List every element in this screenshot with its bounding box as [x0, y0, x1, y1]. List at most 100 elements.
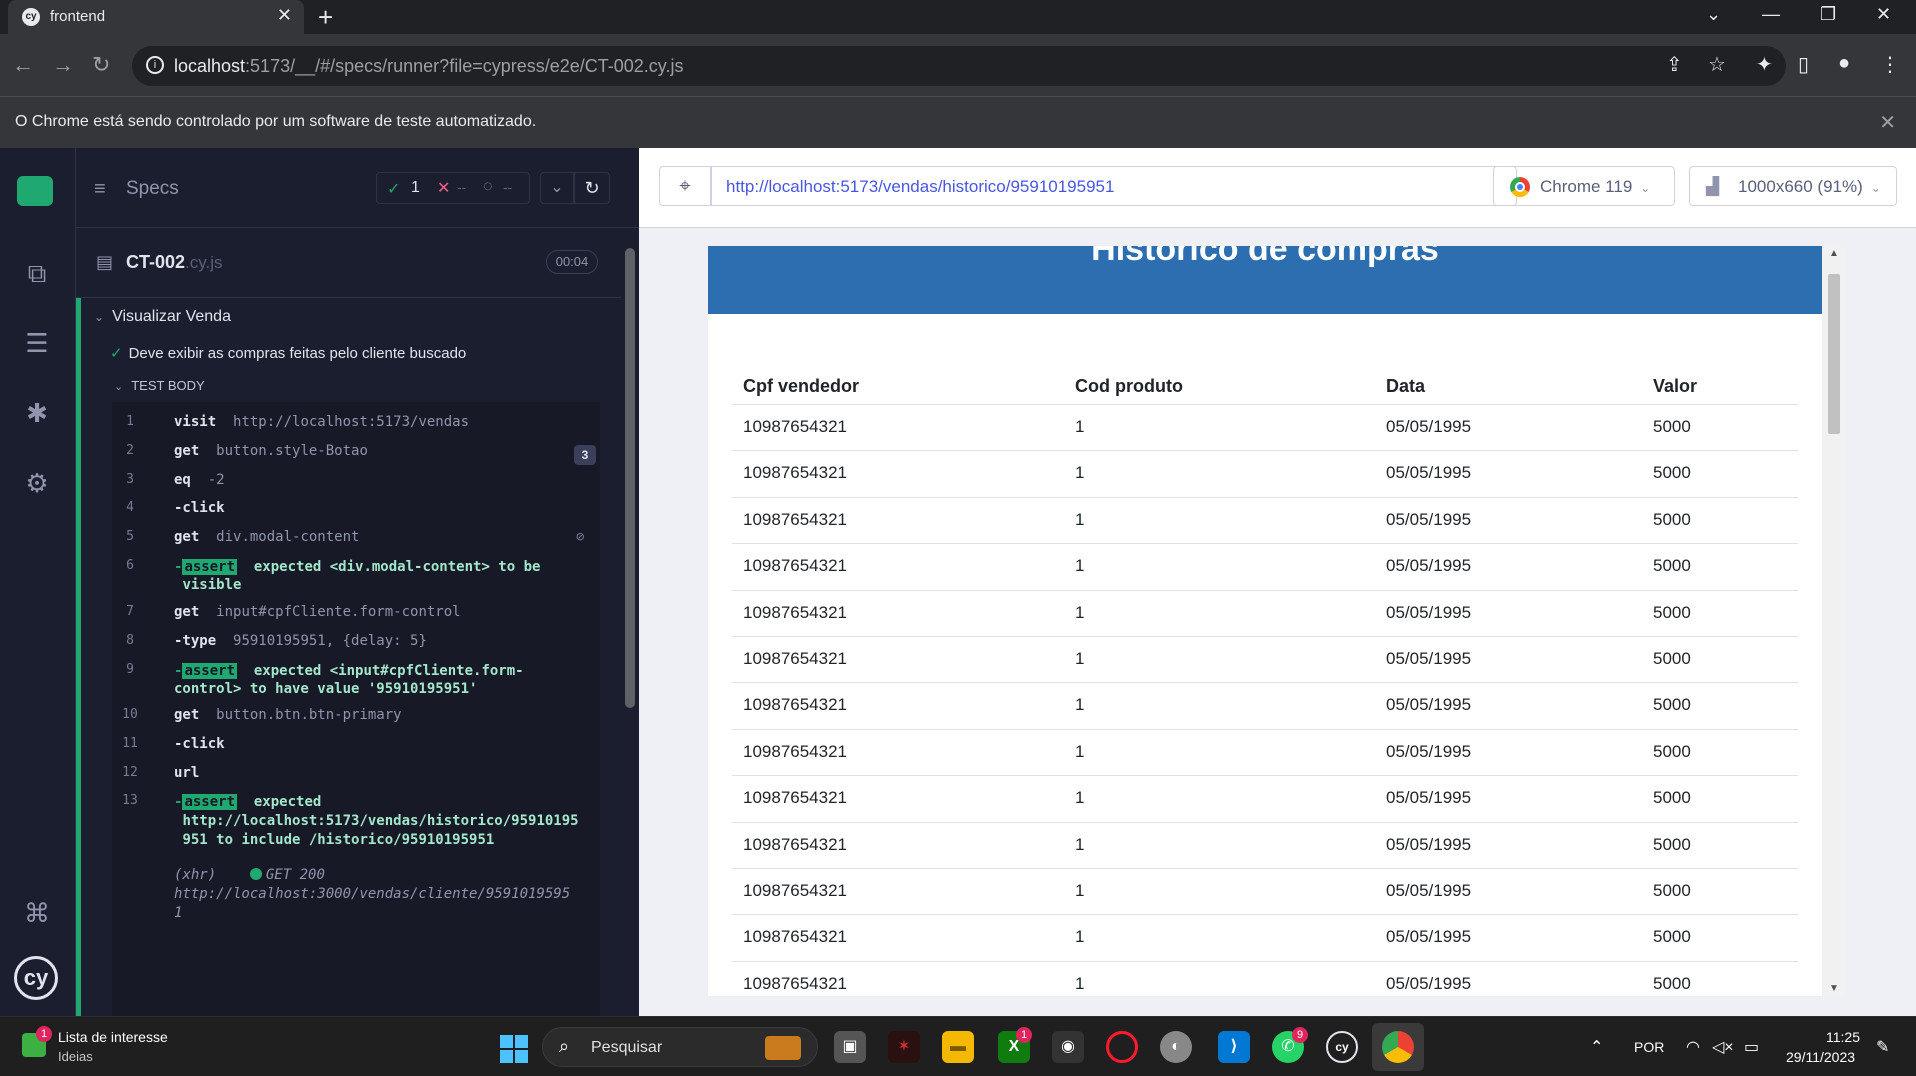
command-row[interactable]: 7 get input#cpfCliente.form-control [112, 604, 600, 632]
chrome-taskbar-icon[interactable] [1382, 1031, 1414, 1063]
app-scrollbar[interactable]: ▲ ▼ [1822, 246, 1846, 996]
keyboard-shortcuts-icon[interactable]: ⌘ [22, 898, 52, 928]
table-row: 10987654321 1 05/05/1995 5000 [732, 868, 1798, 914]
aut-url[interactable]: http://localhost:5173/vendas/historico/9… [711, 166, 1517, 206]
command-row[interactable]: 12 url [112, 765, 600, 793]
extensions-icon[interactable]: ✦ [1756, 52, 1773, 77]
cypress-logo-icon[interactable]: cy [14, 956, 58, 1000]
widget-title[interactable]: Lista de interesse [58, 1029, 168, 1045]
bookmark-star-icon[interactable]: ☆ [1708, 52, 1726, 77]
infobar-close-icon[interactable]: ✕ [1879, 110, 1896, 135]
side-panel-icon[interactable]: ▯ [1798, 52, 1809, 77]
language-indicator[interactable]: POR [1634, 1039, 1664, 1055]
tab-search-icon[interactable]: ⌄ [1706, 4, 1721, 25]
scroll-up-icon[interactable]: ▲ [1829, 248, 1839, 259]
assert-command-row[interactable]: 9 - assert expected <input#cpfCliente.for… [112, 662, 600, 706]
command-row[interactable]: 8 -type 95910195951, {delay: 5} [112, 633, 600, 661]
command-row[interactable]: 2 get button.style-Botao 3 [112, 443, 600, 471]
command-row[interactable]: 11 -click [112, 736, 600, 764]
rerun-tests-icon[interactable]: ↻ [574, 172, 610, 204]
widget-subtitle[interactable]: Ideias [58, 1049, 93, 1064]
command-row[interactable]: 1 visit http://localhost:5173/vendas [112, 414, 600, 442]
assert-command-row[interactable]: 13 - assert expected http://localhost:517… [112, 793, 600, 857]
clock-time[interactable]: 11:25 [1826, 1029, 1860, 1045]
task-view-icon[interactable]: ▣ [834, 1031, 866, 1063]
new-tab-icon[interactable]: + [318, 2, 333, 33]
scroll-down-icon[interactable]: ▼ [1829, 983, 1839, 994]
command-row[interactable]: 10 get button.btn.btn-primary [112, 707, 600, 735]
command-row[interactable]: 3 eq -2 [112, 472, 600, 500]
command-row[interactable]: 5 get div.modal-content ⊘ [112, 529, 600, 557]
assert-command-row[interactable]: 6 - assert expected <div.modal-content> t… [112, 558, 600, 602]
browser-selector[interactable]: Chrome 119 ⌄ [1493, 166, 1675, 206]
minimize-icon[interactable]: — [1762, 4, 1780, 25]
taskbar-search[interactable]: ⌕ Pesquisar [542, 1027, 818, 1067]
table-cell: 1 [1075, 649, 1085, 668]
menu-icon[interactable]: ⋮ [1880, 52, 1900, 77]
table-cell: 5000 [1653, 927, 1691, 947]
site-info-icon[interactable]: i [146, 56, 164, 74]
settings-gear-icon[interactable]: ⚙ [22, 468, 52, 498]
close-window-icon[interactable]: ✕ [1876, 4, 1891, 25]
reporter-scrollbar[interactable] [621, 228, 639, 1016]
runs-icon[interactable]: ⧉ [22, 258, 52, 288]
infobar-message: O Chrome está sendo controlado por um so… [15, 113, 537, 130]
back-icon[interactable]: ← [12, 52, 34, 78]
notifications-icon[interactable]: ✎ [1876, 1037, 1889, 1057]
file-explorer-icon[interactable]: ▬ [942, 1031, 974, 1063]
specs-list-icon[interactable]: ☰ [22, 328, 52, 358]
tab-title: frontend [50, 8, 106, 25]
table-cell: 05/05/1995 [1386, 463, 1472, 483]
forward-icon[interactable]: → [52, 52, 74, 78]
opera-icon[interactable] [1106, 1031, 1138, 1063]
search-highlight-icon [765, 1036, 801, 1060]
test-title[interactable]: ✓ Deve exibir as compras feitas pelo clie… [110, 344, 466, 362]
start-windows-icon[interactable] [500, 1035, 528, 1063]
volume-muted-icon[interactable]: ◁× [1712, 1037, 1734, 1057]
suite-title[interactable]: ⌄ Visualizar Venda [94, 308, 231, 326]
xhr-request-row[interactable]: (xhr) GET 200 http://localhost:3000/venda… [112, 866, 600, 926]
table-cell: 05/05/1995 [1386, 509, 1472, 529]
steam-icon[interactable]: ◐ [1160, 1031, 1192, 1063]
specs-toggle-icon[interactable]: ≡ [94, 178, 106, 201]
collapse-chevron-icon[interactable]: ⌄ [540, 172, 574, 204]
alienware-icon[interactable]: ◉ [1052, 1031, 1084, 1063]
table-cell: 1 [1075, 417, 1085, 436]
viewport-info[interactable]: ▟ 1000x660 (91%) ⌄ [1689, 166, 1897, 206]
table-cell: 05/05/1995 [1386, 417, 1472, 436]
battery-icon[interactable]: ▭ [1744, 1037, 1759, 1057]
address-bar[interactable]: i localhost:5173/__/#/specs/runner?file=… [132, 46, 1786, 86]
tray-chevron-icon[interactable]: ⌃ [1590, 1037, 1603, 1057]
share-icon[interactable]: ⇪ [1666, 52, 1683, 77]
close-tab-icon[interactable]: ✕ [277, 5, 292, 26]
failed-x-icon: ✕ [437, 180, 451, 197]
debug-bug-icon[interactable]: ✱ [22, 398, 52, 428]
column-header: Cod produto [1075, 376, 1183, 396]
command-row[interactable]: 4 -click [112, 500, 600, 528]
table-row: 10987654321 1 05/05/1995 5000 [732, 636, 1798, 682]
chevron-down-icon: ⌄ [1640, 181, 1651, 195]
spiderman-game-icon[interactable]: ✶ [888, 1031, 920, 1063]
test-body-chevron-icon: ⌄ [114, 381, 124, 393]
table-cell: 10987654321 [743, 881, 848, 900]
specs-label[interactable]: Specs [126, 178, 179, 200]
restore-icon[interactable]: ❐ [1820, 4, 1836, 25]
start-tile [515, 1035, 528, 1048]
wifi-icon[interactable]: ◠ [1686, 1037, 1700, 1057]
table-cell: 05/05/1995 [1386, 741, 1472, 761]
table-cell: 10987654321 [743, 556, 848, 576]
cypress-app-icon[interactable]: cy [1326, 1031, 1358, 1063]
vscode-icon[interactable]: ⟩ [1218, 1031, 1250, 1063]
browser-tab[interactable]: cy frontend ✕ [8, 0, 304, 34]
test-body-label[interactable]: ⌄ TEST BODY [114, 378, 205, 393]
selector-playground-icon[interactable]: ⌖ [659, 166, 711, 206]
table-cell: 10987654321 [743, 417, 848, 436]
clock-date[interactable]: 29/11/2023 [1786, 1049, 1855, 1065]
reporter-scrollbar-thumb[interactable] [625, 248, 635, 708]
table-cell: 1 [1075, 602, 1085, 622]
app-scrollbar-thumb[interactable] [1828, 274, 1840, 434]
table-cell: 05/05/1995 [1386, 602, 1472, 622]
project-logo-icon[interactable] [17, 176, 53, 206]
profile-icon[interactable]: ● [1838, 52, 1850, 75]
reload-icon[interactable]: ↻ [92, 52, 110, 78]
